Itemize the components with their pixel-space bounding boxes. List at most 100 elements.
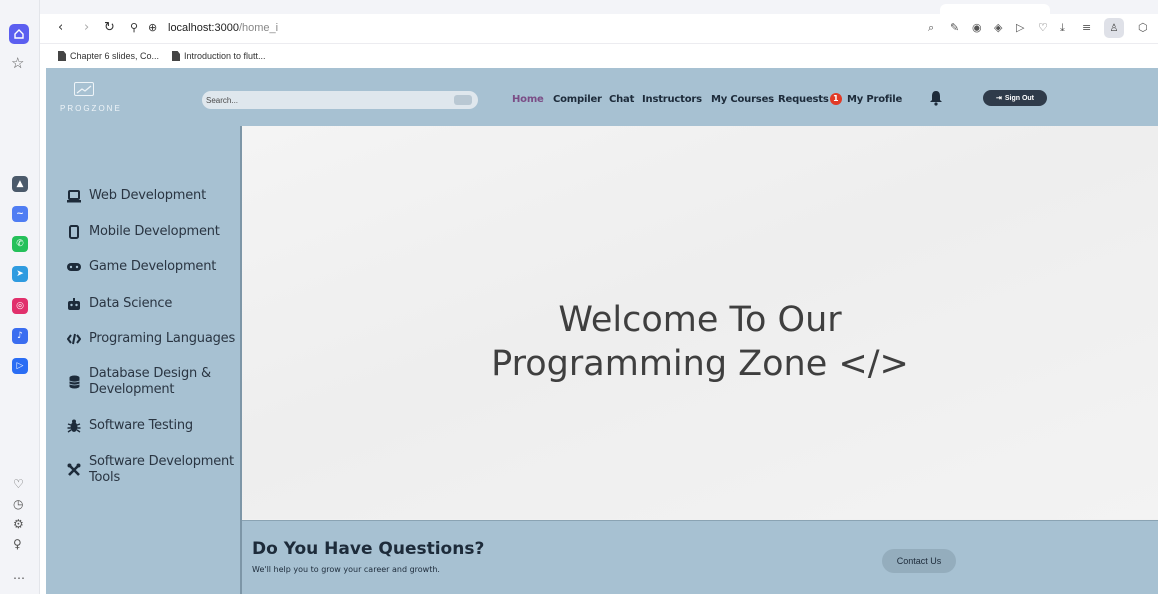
- edit-icon[interactable]: ✎: [950, 19, 959, 37]
- hero-title-line2: Programming Zone </>: [491, 344, 909, 384]
- robot-icon: [67, 297, 81, 311]
- laptop-icon: [67, 189, 81, 203]
- nav-requests-label: Requests: [778, 94, 829, 105]
- url-path: /home_i: [238, 22, 279, 34]
- bookmark-item[interactable]: Chapter 6 slides, Co...: [58, 49, 159, 63]
- nav-my-profile[interactable]: My Profile: [847, 93, 902, 107]
- site-info-icon[interactable]: ⚲: [130, 18, 138, 38]
- extensions-icon[interactable]: ⬡: [1138, 19, 1148, 37]
- heart-outline-icon[interactable]: ♡: [1038, 19, 1048, 37]
- progzone-logo[interactable]: PROGZONE: [60, 82, 130, 116]
- gamepad-icon: [67, 260, 81, 274]
- sidebar-item-software-development-tools[interactable]: Software Development Tools: [67, 454, 234, 486]
- document-icon: [172, 51, 180, 61]
- sidebar-item-database-design[interactable]: Database Design & Development: [67, 366, 211, 398]
- sidebar-item-label: Web Development: [89, 188, 206, 203]
- sidebar-item-data-science[interactable]: Data Science: [67, 296, 172, 312]
- logo-text: PROGZONE: [60, 104, 122, 113]
- more-dots-icon[interactable]: ⋯: [13, 572, 25, 584]
- settings-gear-icon[interactable]: ⚙: [13, 518, 24, 530]
- lightbulb-icon[interactable]: ♀: [13, 538, 22, 550]
- sidebar-item-label-line1: Database Design &: [89, 366, 211, 381]
- telegram-icon[interactable]: ➤: [12, 266, 28, 282]
- speed-dial-icon[interactable]: [9, 24, 29, 44]
- send-icon[interactable]: ▷: [1016, 19, 1024, 37]
- sidebar-item-game-development[interactable]: Game Development: [67, 259, 216, 275]
- find-icon[interactable]: ⌕: [928, 19, 934, 37]
- tab[interactable]: [940, 4, 1050, 14]
- hero-title-line1: Welcome To Our: [558, 300, 842, 340]
- hero-title: Welcome To Our Programming Zone </>: [242, 298, 1158, 386]
- globe-icon: ⊕: [148, 21, 158, 34]
- search-shortcut-icon: [454, 95, 472, 105]
- nav-chat[interactable]: Chat: [609, 93, 634, 107]
- browser-window: ☆ ▲ ~ ✆ ➤ ◎ ♪ ▷ ♡ ◷ ⚙ ♀ ⋯ ‹ › ↻ ⚲ ⊕ loca…: [0, 0, 1158, 594]
- browser-sidebar-rail: ☆ ▲ ~ ✆ ➤ ◎ ♪ ▷ ♡ ◷ ⚙ ♀ ⋯: [0, 0, 40, 594]
- music-player-icon[interactable]: ♪: [12, 328, 28, 344]
- url-field[interactable]: localhost:3000/home_i: [168, 18, 278, 38]
- bug-icon: [67, 419, 81, 433]
- heart-icon[interactable]: ♡: [13, 478, 24, 490]
- forward-icon[interactable]: ›: [84, 18, 89, 38]
- messenger-icon[interactable]: ~: [12, 206, 28, 222]
- sidebar-item-programing-languages[interactable]: Programing Languages: [67, 331, 235, 347]
- nav-requests[interactable]: Requests 1: [778, 93, 842, 107]
- notification-bell-icon[interactable]: [929, 90, 943, 106]
- hero-section: Welcome To Our Programming Zone </>: [242, 126, 1158, 519]
- sidebar-item-label: Programing Languages: [89, 331, 236, 346]
- nav-instructors[interactable]: Instructors: [642, 93, 702, 107]
- nav-compiler[interactable]: Compiler: [553, 93, 602, 107]
- bookmark-label: Chapter 6 slides, Co...: [70, 51, 160, 61]
- menu-icon[interactable]: ≡: [1082, 19, 1091, 37]
- top-navbar: PROGZONE Home Compiler Chat Instructors …: [46, 68, 1158, 126]
- document-icon: [58, 51, 66, 61]
- aria-app-icon[interactable]: ▲: [12, 176, 28, 192]
- sidebar-item-label-line1: Software Development: [89, 454, 234, 469]
- search-input[interactable]: [206, 95, 446, 105]
- whatsapp-icon[interactable]: ✆: [12, 236, 28, 252]
- sidebar-item-web-development[interactable]: Web Development: [67, 188, 206, 204]
- instagram-icon[interactable]: ◎: [12, 298, 28, 314]
- sidebar-item-label: Mobile Development: [89, 224, 220, 239]
- bookmark-item[interactable]: Introduction to flutt...: [172, 49, 266, 63]
- sidebar-item-label-line2: Development: [89, 382, 175, 397]
- logo-monitor-icon: [74, 82, 94, 96]
- bookmarks-star-icon[interactable]: ☆: [11, 56, 24, 71]
- url-host: localhost:3000: [168, 22, 239, 34]
- code-icon: [67, 332, 81, 346]
- history-clock-icon[interactable]: ◷: [13, 498, 23, 510]
- nav-home[interactable]: Home: [512, 93, 544, 107]
- reload-icon[interactable]: ↻: [104, 18, 115, 38]
- search-bar[interactable]: [202, 91, 478, 109]
- nav-my-courses[interactable]: My Courses: [711, 93, 774, 107]
- web-page: PROGZONE Home Compiler Chat Instructors …: [46, 68, 1158, 594]
- database-icon: [67, 375, 81, 389]
- shield-icon[interactable]: ◈: [994, 19, 1002, 37]
- sidebar-item-software-testing[interactable]: Software Testing: [67, 418, 193, 434]
- download-icon[interactable]: ⤓: [1060, 19, 1065, 37]
- sidebar-item-mobile-development[interactable]: Mobile Development: [67, 224, 220, 240]
- sign-out-label: Sign Out: [1004, 94, 1035, 102]
- sidebar-item-label: Software Development Tools: [89, 454, 234, 486]
- bookmarks-bar: Chapter 6 slides, Co... Introduction to …: [40, 44, 1158, 68]
- sidebar-item-label: Database Design & Development: [89, 366, 211, 398]
- camera-icon[interactable]: ◉: [972, 19, 982, 37]
- footer-title: Do You Have Questions?: [252, 539, 485, 559]
- tools-icon: [67, 463, 81, 477]
- bookmark-label: Introduction to flutt...: [184, 51, 266, 61]
- requests-count-badge: 1: [829, 93, 842, 105]
- profile-icon[interactable]: ♙: [1104, 18, 1124, 38]
- mobile-icon: [67, 225, 81, 239]
- questions-footer: Do You Have Questions? We'll help you to…: [242, 520, 1158, 594]
- footer-subtitle: We'll help you to grow your career and g…: [252, 565, 440, 574]
- back-icon[interactable]: ‹: [58, 18, 63, 38]
- sidebar-item-label: Data Science: [89, 296, 173, 311]
- player-icon[interactable]: ▷: [12, 358, 28, 374]
- sign-out-icon: ⇥: [995, 95, 1002, 102]
- category-sidebar: Web Development Mobile Development Game …: [46, 126, 242, 594]
- tab-strip: [40, 0, 1158, 14]
- contact-us-button[interactable]: Contact Us: [882, 549, 956, 573]
- sidebar-item-label: Software Testing: [89, 418, 193, 433]
- sidebar-item-label: Game Development: [89, 259, 217, 274]
- sign-out-button[interactable]: ⇥ Sign Out: [983, 90, 1047, 106]
